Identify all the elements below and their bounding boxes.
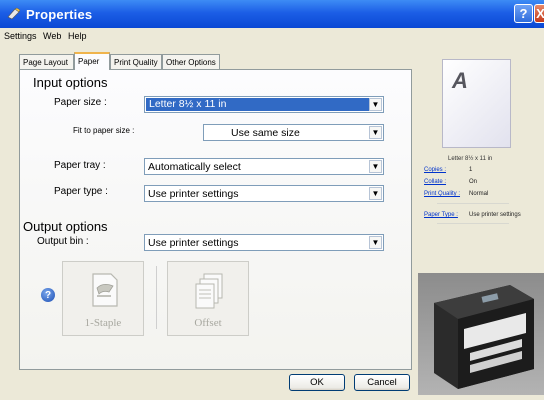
tab-paper[interactable]: Paper	[74, 52, 110, 70]
paper-size-value: Letter 8½ x 11 in	[146, 98, 369, 111]
fit-to-paper-size-select[interactable]: Use same size ▼	[203, 124, 384, 141]
option-divider	[156, 266, 157, 329]
title-bar: Properties ? X	[0, 0, 544, 28]
fit-to-paper-size-label: Fit to paper size :	[73, 126, 135, 135]
paper-tray-select[interactable]: Automatically select ▼	[144, 158, 384, 175]
window-title: Properties	[26, 7, 93, 22]
chevron-down-icon[interactable]: ▼	[369, 126, 382, 139]
output-bin-label: Output bin :	[37, 236, 89, 247]
copies-link[interactable]: Copies :	[424, 167, 446, 173]
cancel-button[interactable]: Cancel	[354, 374, 410, 391]
paper-type-link[interactable]: Paper Type :	[424, 212, 458, 218]
paper-tray-label: Paper tray :	[54, 160, 106, 171]
paper-size-select[interactable]: Letter 8½ x 11 in ▼	[144, 96, 384, 113]
tab-print-quality[interactable]: Print Quality	[110, 54, 162, 69]
paper-size-summary: Letter 8½ x 11 in	[448, 156, 493, 162]
ok-button[interactable]: OK	[289, 374, 345, 391]
print-quality-value: Normal	[469, 191, 489, 197]
offset-button[interactable]: Offset	[167, 261, 249, 336]
paper-type-select[interactable]: Use printer settings ▼	[144, 185, 384, 202]
close-button[interactable]: X	[534, 4, 544, 23]
printer-icon	[434, 285, 534, 389]
chevron-down-icon[interactable]: ▼	[369, 236, 382, 249]
chevron-down-icon[interactable]: ▼	[369, 160, 382, 173]
staple-button[interactable]: 1-Staple	[62, 261, 144, 336]
chevron-down-icon[interactable]: ▼	[369, 187, 382, 200]
printer-image	[418, 273, 544, 395]
paper-tray-value: Automatically select	[148, 161, 241, 173]
offset-icon	[195, 273, 223, 309]
paper-type-value: Use printer settings	[148, 188, 239, 200]
offset-label: Offset	[194, 317, 222, 329]
page-preview-letter: A	[452, 68, 468, 93]
collate-value: On	[469, 179, 478, 185]
help-button[interactable]: ?	[514, 4, 533, 23]
page-preview: A	[442, 59, 511, 148]
chevron-down-icon[interactable]: ▼	[369, 98, 382, 111]
collate-link[interactable]: Collate :	[424, 179, 446, 185]
print-quality-link[interactable]: Print Quality :	[424, 191, 460, 197]
copies-value: 1	[469, 167, 473, 173]
staple-icon	[92, 273, 118, 307]
summary-divider	[437, 223, 509, 224]
output-bin-select[interactable]: Use printer settings ▼	[144, 234, 384, 251]
fit-to-paper-size-value: Use same size	[231, 127, 300, 139]
paper-type-label: Paper type :	[54, 186, 108, 197]
staple-label: 1-Staple	[84, 317, 122, 329]
input-options-heading: Input options	[33, 75, 108, 90]
tab-page-layout[interactable]: Page Layout	[19, 54, 74, 69]
output-options-heading: Output options	[23, 219, 108, 234]
tab-other-options[interactable]: Other Options	[162, 54, 220, 69]
menu-settings[interactable]: Settings	[4, 31, 37, 41]
paper-size-label: Paper size :	[54, 97, 107, 108]
help-icon[interactable]: ?	[41, 288, 55, 302]
output-bin-value: Use printer settings	[148, 237, 239, 249]
paper-type-summary-value: Use printer settings	[469, 212, 521, 218]
summary-divider	[437, 203, 509, 204]
menu-help[interactable]: Help	[68, 31, 87, 41]
menu-web[interactable]: Web	[43, 31, 61, 41]
printer-properties-icon	[7, 7, 21, 20]
